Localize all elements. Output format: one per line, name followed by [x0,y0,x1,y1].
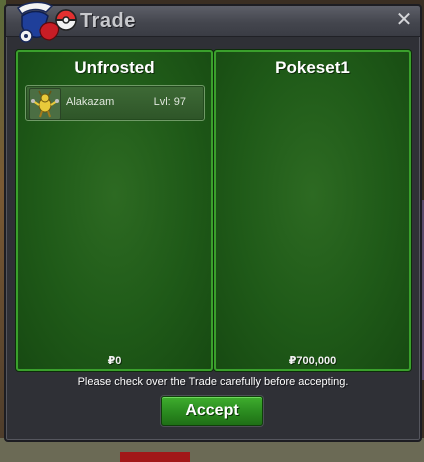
trade-titlebar[interactable]: Trade ✕ [6,1,420,43]
close-icon[interactable]: ✕ [394,10,414,30]
trade-panel-partner: Pokeset1 ₽700,000 [214,50,411,371]
money-offer-partner: ₽700,000 [288,355,337,367]
alakazam-sprite-icon [29,88,61,120]
pokemon-level: Lvl: 97 [153,96,186,108]
pokeball-logo-icon [16,1,77,43]
player-name-partner: Pokeset1 [275,58,350,77]
trade-notice: Please check over the Trade carefully be… [77,376,349,388]
game-scene-red-object [120,452,190,462]
trade-window: Trade ✕ Unfrosted Alakazam Lvl: 97 ₽0 Po… [4,1,422,442]
money-offer-self: ₽0 [107,355,122,367]
trade-pokemon-slot[interactable]: Alakazam Lvl: 97 [25,85,205,121]
accept-button[interactable]: Accept [161,396,263,426]
window-title: Trade [80,10,136,32]
pokemon-name: Alakazam [66,96,115,108]
trade-panel-self: Unfrosted Alakazam Lvl: 97 ₽0 [16,50,213,371]
player-name-self: Unfrosted [74,58,155,77]
